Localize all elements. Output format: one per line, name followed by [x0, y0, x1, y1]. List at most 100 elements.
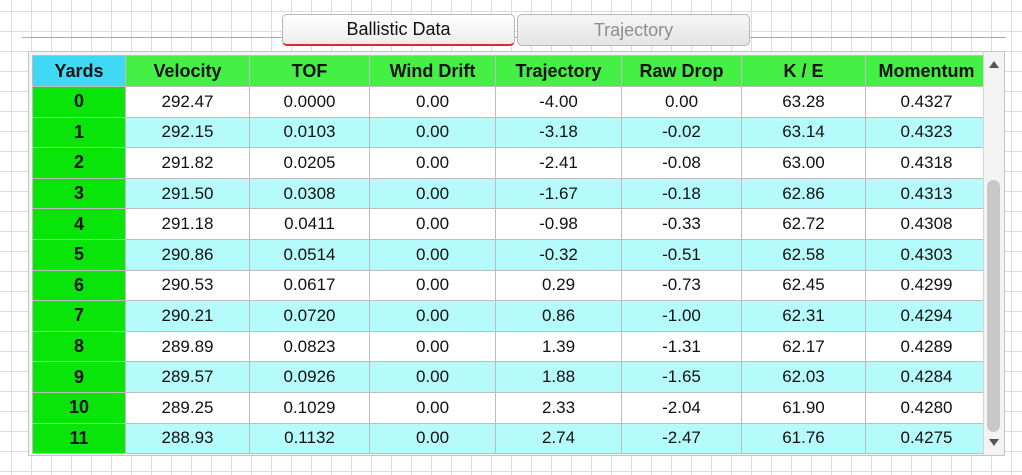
scroll-down-arrow-icon[interactable]: [989, 439, 999, 446]
vertical-scrollbar[interactable]: [983, 52, 1004, 455]
cell-raw-drop: -0.73: [621, 269, 742, 302]
column-header-momentum[interactable]: Momentum: [865, 55, 988, 87]
cell-velocity: 291.18: [125, 208, 250, 240]
table-header-row: Yards Velocity TOF Wind Drift Trajectory…: [32, 55, 988, 87]
cell-wind-drift: 0.00: [369, 300, 496, 332]
cell-trajectory: 2.33: [495, 391, 622, 424]
cell-momentum: 0.4323: [865, 116, 988, 149]
cell-yards: 3: [32, 177, 126, 210]
cell-ke: 63.28: [741, 86, 866, 118]
cell-tof: 0.1132: [249, 422, 370, 455]
cell-trajectory: 1.88: [495, 361, 622, 393]
ballistic-table: Yards Velocity TOF Wind Drift Trajectory…: [32, 55, 988, 455]
cell-momentum: 0.4318: [865, 147, 988, 179]
cell-velocity: 291.82: [125, 147, 250, 179]
table-row[interactable]: 4 291.18 0.0411 0.00 -0.98 -0.33 62.72 0.4308: [32, 208, 988, 240]
table-row[interactable]: 5 290.86 0.0514 0.00 -0.32 -0.51 62.58 0.4303: [32, 238, 988, 271]
table-body: 0 292.47 0.0000 0.00 -4.00 0.00 63.28 0.4327 1 29…: [32, 86, 988, 455]
cell-ke: 61.76: [741, 422, 866, 455]
cell-momentum: 0.4280: [865, 391, 988, 424]
cell-yards: 7: [32, 300, 126, 332]
table-row[interactable]: 3 291.50 0.0308 0.00 -1.67 -0.18 62.86 0.4313: [32, 177, 988, 210]
cell-momentum: 0.4289: [865, 330, 988, 363]
table-row[interactable]: 6 290.53 0.0617 0.00 0.29 -0.73 62.45 0.4299: [32, 269, 988, 302]
cell-yards: 2: [32, 147, 126, 179]
column-header-tof[interactable]: TOF: [249, 55, 370, 87]
table-row[interactable]: 10 289.25 0.1029 0.00 2.33 -2.04 61.90 0.4280: [32, 391, 988, 424]
cell-wind-drift: 0.00: [369, 86, 496, 118]
cell-yards: 0: [32, 86, 126, 118]
table-row[interactable]: 1 292.15 0.0103 0.00 -3.18 -0.02 63.14 0.4323: [32, 116, 988, 149]
column-header-trajectory[interactable]: Trajectory: [495, 55, 622, 87]
ballistic-data-panel: Yards Velocity TOF Wind Drift Trajectory…: [28, 51, 1005, 456]
cell-raw-drop: -1.65: [621, 361, 742, 393]
table-row[interactable]: 2 291.82 0.0205 0.00 -2.41 -0.08 63.00 0.4318: [32, 147, 988, 179]
cell-ke: 61.90: [741, 391, 866, 424]
scroll-up-arrow-icon[interactable]: [989, 61, 999, 68]
cell-wind-drift: 0.00: [369, 177, 496, 210]
cell-trajectory: -1.67: [495, 177, 622, 210]
column-header-yards[interactable]: Yards: [32, 55, 126, 87]
table-row[interactable]: 7 290.21 0.0720 0.00 0.86 -1.00 62.31 0.4294: [32, 300, 988, 332]
cell-trajectory: 0.29: [495, 269, 622, 302]
cell-velocity: 288.93: [125, 422, 250, 455]
cell-momentum: 0.4275: [865, 422, 988, 455]
cell-tof: 0.0103: [249, 116, 370, 149]
cell-raw-drop: -0.18: [621, 177, 742, 210]
cell-ke: 62.58: [741, 238, 866, 271]
cell-tof: 0.0308: [249, 177, 370, 210]
cell-trajectory: -3.18: [495, 116, 622, 149]
cell-trajectory: 0.86: [495, 300, 622, 332]
cell-raw-drop: -1.00: [621, 300, 742, 332]
cell-raw-drop: -1.31: [621, 330, 742, 363]
cell-trajectory: 1.39: [495, 330, 622, 363]
cell-yards: 5: [32, 238, 126, 271]
cell-velocity: 290.21: [125, 300, 250, 332]
cell-tof: 0.0000: [249, 86, 370, 118]
cell-velocity: 289.25: [125, 391, 250, 424]
cell-raw-drop: -0.08: [621, 147, 742, 179]
cell-yards: 11: [32, 422, 126, 455]
column-header-velocity[interactable]: Velocity: [125, 55, 250, 87]
cell-wind-drift: 0.00: [369, 422, 496, 455]
cell-tof: 0.0926: [249, 361, 370, 393]
cell-velocity: 290.86: [125, 238, 250, 271]
cell-ke: 62.86: [741, 177, 866, 210]
cell-velocity: 289.57: [125, 361, 250, 393]
cell-ke: 62.17: [741, 330, 866, 363]
cell-raw-drop: -0.33: [621, 208, 742, 240]
cell-wind-drift: 0.00: [369, 238, 496, 271]
cell-ke: 63.00: [741, 147, 866, 179]
cell-wind-drift: 0.00: [369, 330, 496, 363]
cell-momentum: 0.4303: [865, 238, 988, 271]
cell-yards: 6: [32, 269, 126, 302]
table-row[interactable]: 9 289.57 0.0926 0.00 1.88 -1.65 62.03 0.4284: [32, 361, 988, 393]
cell-yards: 4: [32, 208, 126, 240]
column-header-ke[interactable]: K / E: [741, 55, 866, 87]
table-row[interactable]: 11 288.93 0.1132 0.00 2.74 -2.47 61.76 0.4275: [32, 422, 988, 455]
table-row[interactable]: 8 289.89 0.0823 0.00 1.39 -1.31 62.17 0.4289: [32, 330, 988, 363]
cell-momentum: 0.4294: [865, 300, 988, 332]
table-row[interactable]: 0 292.47 0.0000 0.00 -4.00 0.00 63.28 0.4327: [32, 86, 988, 118]
cell-velocity: 289.89: [125, 330, 250, 363]
cell-tof: 0.0617: [249, 269, 370, 302]
scrollbar-thumb[interactable]: [987, 180, 1000, 432]
cell-momentum: 0.4327: [865, 86, 988, 118]
cell-raw-drop: 0.00: [621, 86, 742, 118]
cell-wind-drift: 0.00: [369, 361, 496, 393]
cell-ke: 62.45: [741, 269, 866, 302]
cell-trajectory: -0.98: [495, 208, 622, 240]
column-header-raw-drop[interactable]: Raw Drop: [621, 55, 742, 87]
cell-raw-drop: -2.47: [621, 422, 742, 455]
tab-trajectory[interactable]: Trajectory: [517, 14, 750, 46]
cell-wind-drift: 0.00: [369, 116, 496, 149]
cell-tof: 0.0720: [249, 300, 370, 332]
tab-ballistic-data[interactable]: Ballistic Data: [282, 14, 515, 46]
cell-velocity: 290.53: [125, 269, 250, 302]
cell-wind-drift: 0.00: [369, 391, 496, 424]
cell-wind-drift: 0.00: [369, 269, 496, 302]
column-header-wind-drift[interactable]: Wind Drift: [369, 55, 496, 87]
tab-bar: Ballistic Data Trajectory: [282, 14, 750, 48]
cell-wind-drift: 0.00: [369, 147, 496, 179]
cell-trajectory: -2.41: [495, 147, 622, 179]
